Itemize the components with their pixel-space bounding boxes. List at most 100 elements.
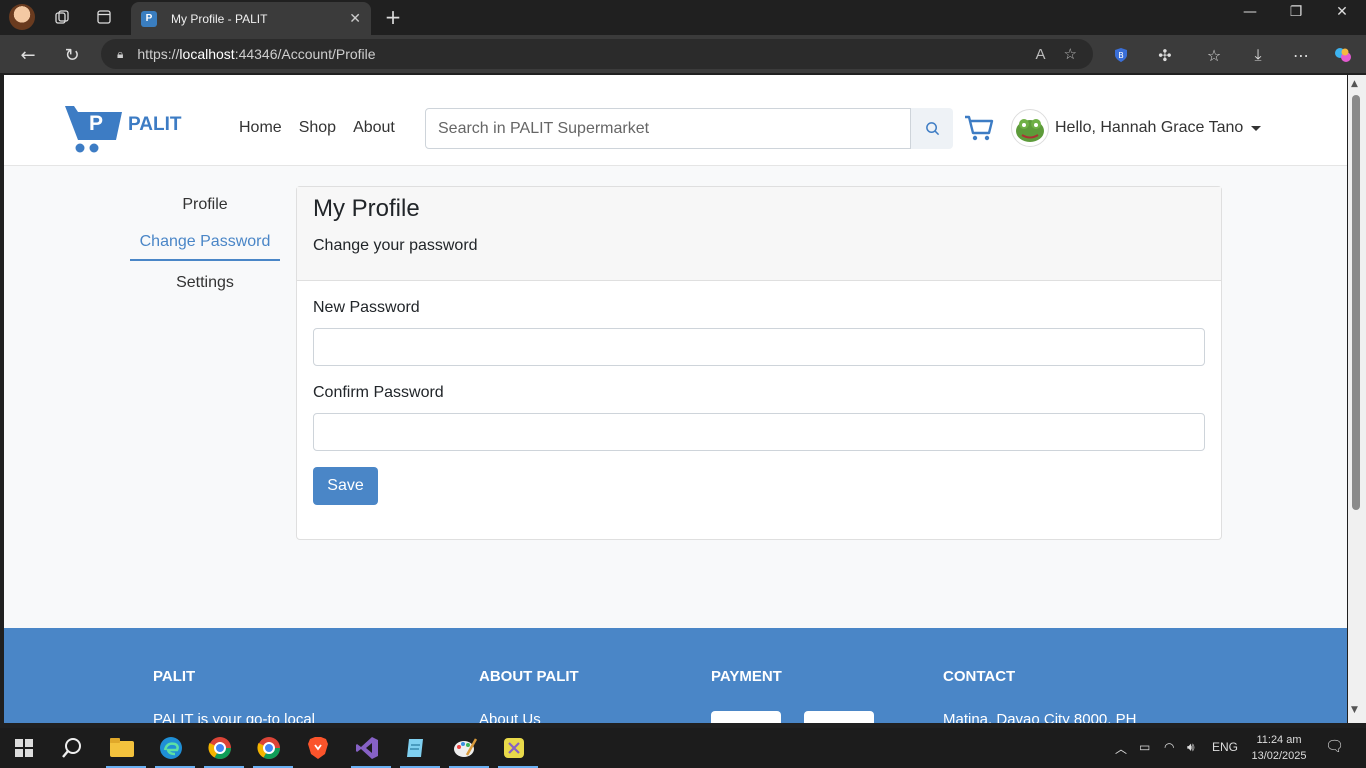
- scrollbar-thumb[interactable]: [1352, 95, 1360, 510]
- windows-taskbar: ︿ ▭ ◠ 🔊︎ ENG 11:24 am 13/02/2025 🗨︎: [0, 728, 1366, 768]
- brand-name: PALIT: [128, 114, 182, 135]
- file-explorer-icon[interactable]: [106, 732, 146, 768]
- sidebar-item-change-password[interactable]: Change Password: [130, 227, 280, 261]
- browser-profile-avatar[interactable]: [9, 4, 35, 30]
- search-bar: [425, 108, 953, 149]
- tab-title: My Profile - PALIT: [171, 11, 268, 26]
- browser-address-bar: ← ↻ 🔒︎ https://localhost:44346/Account/P…: [0, 35, 1366, 73]
- footer-about-title: ABOUT PALIT: [479, 668, 579, 685]
- scroll-down-icon[interactable]: ▼: [1351, 705, 1358, 715]
- refresh-icon[interactable]: ↻: [58, 41, 86, 69]
- url-path: :44346/Account/Profile: [234, 46, 376, 62]
- volume-icon[interactable]: 🔊︎: [1187, 740, 1195, 755]
- payment-logo: [711, 711, 781, 723]
- url-prefix: https://: [137, 46, 180, 62]
- confirm-password-field[interactable]: [313, 413, 1205, 451]
- tab-actions-icon[interactable]: [91, 4, 117, 30]
- new-tab-icon[interactable]: +: [380, 4, 406, 30]
- url-field[interactable]: 🔒︎ https://localhost:44346/Account/Profi…: [101, 39, 1093, 69]
- extension-shield-icon[interactable]: B: [1107, 41, 1135, 69]
- footer-col-palit: PALIT PALIT is your go-to local: [153, 668, 315, 723]
- copilot-icon[interactable]: [1329, 41, 1357, 69]
- footer-palit-title: PALIT: [153, 668, 196, 685]
- user-avatar: [1011, 109, 1049, 147]
- save-button[interactable]: Save: [313, 467, 378, 505]
- footer-contact-title: CONTACT: [943, 668, 1016, 685]
- footer-col-about: ABOUT PALIT About Us: [479, 668, 579, 723]
- brave-icon[interactable]: [302, 732, 334, 764]
- new-password-field[interactable]: [313, 328, 1205, 366]
- page-title: My Profile: [313, 195, 420, 222]
- nav-shop[interactable]: Shop: [299, 119, 336, 137]
- url-host: localhost: [179, 46, 235, 62]
- page-scrollbar[interactable]: ▲ ▼: [1348, 75, 1366, 723]
- page-viewport: P PALIT Home Shop About Hello, Hannah Gr…: [4, 75, 1347, 723]
- clock-date: 13/02/2025: [1251, 750, 1307, 762]
- downloads-icon[interactable]: ⤓: [1244, 41, 1272, 69]
- show-hidden-icons-icon[interactable]: ︿: [1115, 740, 1127, 757]
- footer-payment-title: PAYMENT: [711, 668, 782, 685]
- workspaces-icon[interactable]: [49, 4, 75, 30]
- back-icon[interactable]: ←: [14, 41, 42, 69]
- password-form: New Password Confirm Password Save: [297, 281, 1221, 523]
- search-button[interactable]: [911, 108, 953, 149]
- visual-studio-icon[interactable]: [351, 732, 391, 768]
- footer-palit-text: PALIT is your go-to local: [153, 711, 316, 723]
- restore-icon[interactable]: ❐: [1283, 4, 1309, 20]
- footer-contact-address: Matina, Davao City 8000, PH: [943, 711, 1137, 723]
- battery-icon[interactable]: ▭: [1139, 740, 1150, 754]
- main-nav: Home Shop About: [239, 119, 395, 137]
- sidebar-item-profile[interactable]: Profile: [130, 193, 280, 217]
- nav-home[interactable]: Home: [239, 119, 282, 137]
- chrome-profile-icon[interactable]: [253, 732, 293, 768]
- footer-about-us-link[interactable]: About Us: [479, 711, 579, 723]
- brand-logo[interactable]: P PALIT: [64, 102, 181, 154]
- read-aloud-icon[interactable]: A: [1036, 46, 1046, 63]
- system-clock[interactable]: 11:24 am 13/02/2025: [1246, 732, 1312, 764]
- profile-sidebar: Profile Change Password Settings: [130, 193, 280, 295]
- chrome-icon[interactable]: [204, 732, 244, 768]
- confirm-password-label: Confirm Password: [313, 384, 444, 401]
- search-icon: [925, 122, 939, 136]
- minimize-icon[interactable]: —: [1237, 4, 1263, 20]
- language-indicator[interactable]: ENG: [1212, 740, 1238, 754]
- notepad-icon[interactable]: [400, 732, 440, 768]
- site-footer: PALIT PALIT is your go-to local ABOUT PA…: [4, 628, 1347, 723]
- logo-letter: P: [89, 112, 104, 135]
- palit-favicon-icon: P: [141, 10, 157, 27]
- tab-close-icon[interactable]: ✕: [349, 10, 361, 27]
- profile-card: My Profile Change your password New Pass…: [296, 186, 1222, 540]
- favorites-icon[interactable]: ☆: [1200, 41, 1228, 69]
- cart-logo-icon: P: [64, 102, 124, 154]
- user-menu[interactable]: Hello, Hannah Grace Tano: [1011, 109, 1262, 147]
- user-greeting: Hello, Hannah Grace Tano: [1055, 119, 1244, 136]
- chevron-down-icon: [1251, 125, 1262, 131]
- clock-time: 11:24 am: [1256, 734, 1302, 746]
- extensions-puzzle-icon[interactable]: ✣: [1151, 41, 1179, 69]
- paint-icon[interactable]: [449, 732, 489, 768]
- search-icon[interactable]: [56, 732, 88, 764]
- favorite-star-icon[interactable]: ☆: [1064, 45, 1077, 63]
- card-header: My Profile Change your password: [297, 187, 1221, 281]
- windows-start-icon[interactable]: [8, 732, 40, 764]
- more-menu-icon[interactable]: ⋯: [1287, 41, 1315, 69]
- edge-browser-icon[interactable]: [155, 732, 195, 768]
- sidebar-item-settings[interactable]: Settings: [130, 271, 280, 295]
- window-close-icon[interactable]: ✕: [1329, 4, 1355, 20]
- snipping-tool-icon[interactable]: [498, 732, 538, 768]
- scroll-up-icon[interactable]: ▲: [1351, 79, 1358, 89]
- wifi-icon[interactable]: ◠: [1164, 740, 1174, 754]
- payment-logo: [804, 711, 874, 723]
- shopping-cart-icon[interactable]: [964, 113, 994, 143]
- notifications-icon[interactable]: 🗨︎: [1325, 737, 1344, 755]
- lock-icon: 🔒︎: [117, 46, 124, 61]
- footer-col-contact: CONTACT Matina, Davao City 8000, PH: [943, 668, 1136, 723]
- nav-about[interactable]: About: [353, 119, 395, 137]
- search-input[interactable]: [425, 108, 911, 149]
- site-navbar: P PALIT Home Shop About Hello, Hannah Gr…: [4, 75, 1347, 166]
- new-password-label: New Password: [313, 299, 420, 316]
- page-subtitle: Change your password: [313, 237, 478, 254]
- svg-text:B: B: [1118, 51, 1124, 60]
- tab-my-profile[interactable]: P My Profile - PALIT ✕: [131, 2, 371, 35]
- footer-col-payment: PAYMENT: [711, 668, 897, 723]
